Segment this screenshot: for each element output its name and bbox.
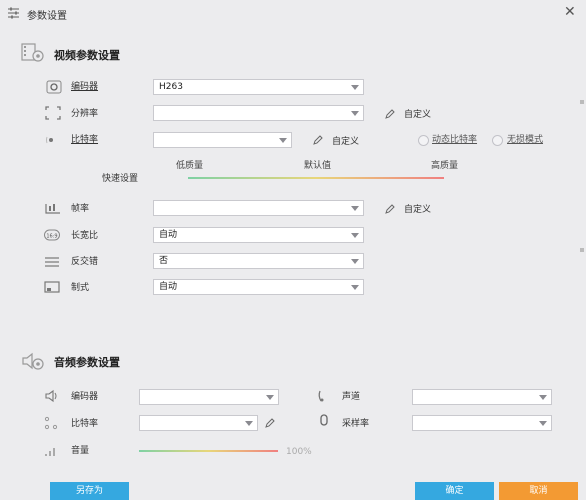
- chevron-down-icon: [351, 111, 359, 116]
- audio-bitrate-label: 比特率: [71, 419, 99, 429]
- framerate-label: 帧率: [71, 204, 90, 214]
- dynamic-bitrate-label[interactable]: 动态比特率: [432, 134, 477, 146]
- volume-slider[interactable]: [139, 450, 278, 452]
- audio-encoder-label: 编码器: [71, 392, 99, 402]
- audio-encoder-select[interactable]: [139, 389, 279, 405]
- encoder-gear-icon: [46, 80, 62, 94]
- format-value: 自动: [159, 282, 178, 292]
- chevron-down-icon: [539, 395, 547, 400]
- chevron-down-icon: [279, 138, 287, 143]
- video-encoder-select[interactable]: H263: [153, 79, 364, 95]
- chevron-down-icon: [351, 285, 359, 290]
- channel-icon: [318, 390, 324, 402]
- quality-slider[interactable]: [188, 177, 444, 179]
- lossless-radio[interactable]: [492, 135, 503, 146]
- resolution-frame-icon: [45, 106, 61, 120]
- framerate-custom-label[interactable]: 自定义: [404, 204, 431, 216]
- resolution-label: 分辨率: [71, 109, 99, 119]
- framerate-select[interactable]: [153, 200, 364, 216]
- chevron-down-icon: [351, 233, 359, 238]
- volume-label: 音量: [71, 446, 90, 456]
- volume-value: 100%: [286, 447, 312, 457]
- samplerate-label: 采样率: [342, 419, 370, 429]
- deinterlace-value: 否: [159, 256, 169, 266]
- chevron-down-icon: [245, 421, 253, 426]
- edge-handle-icon: [580, 100, 584, 104]
- settings-sliders-icon: [8, 7, 19, 19]
- chevron-down-icon: [351, 259, 359, 264]
- deinterlace-select[interactable]: 否: [153, 253, 364, 269]
- channels-select[interactable]: [412, 389, 552, 405]
- speaker-icon: [45, 389, 57, 403]
- video-section-title: 视频参数设置: [54, 49, 120, 62]
- deinterlace-label: 反交错: [71, 257, 99, 267]
- window-title: 参数设置: [27, 11, 67, 22]
- framerate-icon: [45, 204, 60, 214]
- aspect-ratio-value: 自动: [159, 230, 178, 240]
- channels-label: 声道: [342, 392, 361, 402]
- video-encoder-value: H263: [159, 82, 183, 92]
- chevron-down-icon: [351, 206, 359, 211]
- resolution-select[interactable]: [153, 105, 364, 121]
- resolution-custom-label[interactable]: 自定义: [404, 109, 431, 121]
- deinterlace-lines-icon: [45, 257, 59, 267]
- bitrate-select[interactable]: [153, 132, 292, 148]
- edit-pencil-icon[interactable]: [264, 417, 276, 429]
- save-as-button[interactable]: 另存为: [50, 482, 129, 500]
- format-label: 制式: [71, 283, 90, 293]
- ok-button[interactable]: 确定: [415, 482, 494, 500]
- aspect-ratio-label: 长宽比: [71, 231, 99, 241]
- close-icon[interactable]: ✕: [564, 4, 576, 20]
- audio-section-title: 音频参数设置: [54, 356, 120, 369]
- audio-bitrate-select[interactable]: [139, 415, 258, 431]
- microphone-icon: [320, 414, 328, 426]
- bitrate-icon: [46, 136, 53, 144]
- cancel-button[interactable]: 取消: [499, 482, 578, 500]
- aspect-ratio-select[interactable]: 自动: [153, 227, 364, 243]
- quality-low-label: 低质量: [176, 161, 204, 171]
- quality-high-label: 高质量: [431, 161, 459, 171]
- volume-bars-icon: [45, 448, 55, 456]
- bitrate-label: 比特率: [71, 135, 99, 145]
- title-bar: 参数设置 ✕: [0, 0, 586, 28]
- dynamic-bitrate-radio[interactable]: [418, 135, 429, 146]
- samplerate-select[interactable]: [412, 415, 552, 431]
- edge-handle-icon: [580, 248, 584, 252]
- chevron-down-icon: [351, 85, 359, 90]
- quick-settings-label: 快速设置: [102, 174, 139, 184]
- aspect-ratio-icon: 16:9: [44, 229, 60, 241]
- bitrate-custom-label[interactable]: 自定义: [332, 136, 359, 148]
- lossless-label[interactable]: 无损模式: [507, 134, 543, 146]
- format-select[interactable]: 自动: [153, 279, 364, 295]
- audio-settings-icon: [22, 352, 44, 370]
- video-settings-icon: [21, 43, 44, 62]
- edit-pencil-icon[interactable]: [384, 203, 396, 215]
- video-encoder-label: 编码器: [71, 82, 99, 92]
- svg-text:16:9: 16:9: [46, 234, 57, 240]
- format-screen-icon: [44, 281, 60, 293]
- audio-bitrate-icon: [44, 416, 58, 430]
- chevron-down-icon: [266, 395, 274, 400]
- edit-pencil-icon[interactable]: [312, 134, 324, 146]
- edit-pencil-icon[interactable]: [384, 108, 396, 120]
- quality-default-label: 默认值: [304, 161, 332, 171]
- chevron-down-icon: [539, 421, 547, 426]
